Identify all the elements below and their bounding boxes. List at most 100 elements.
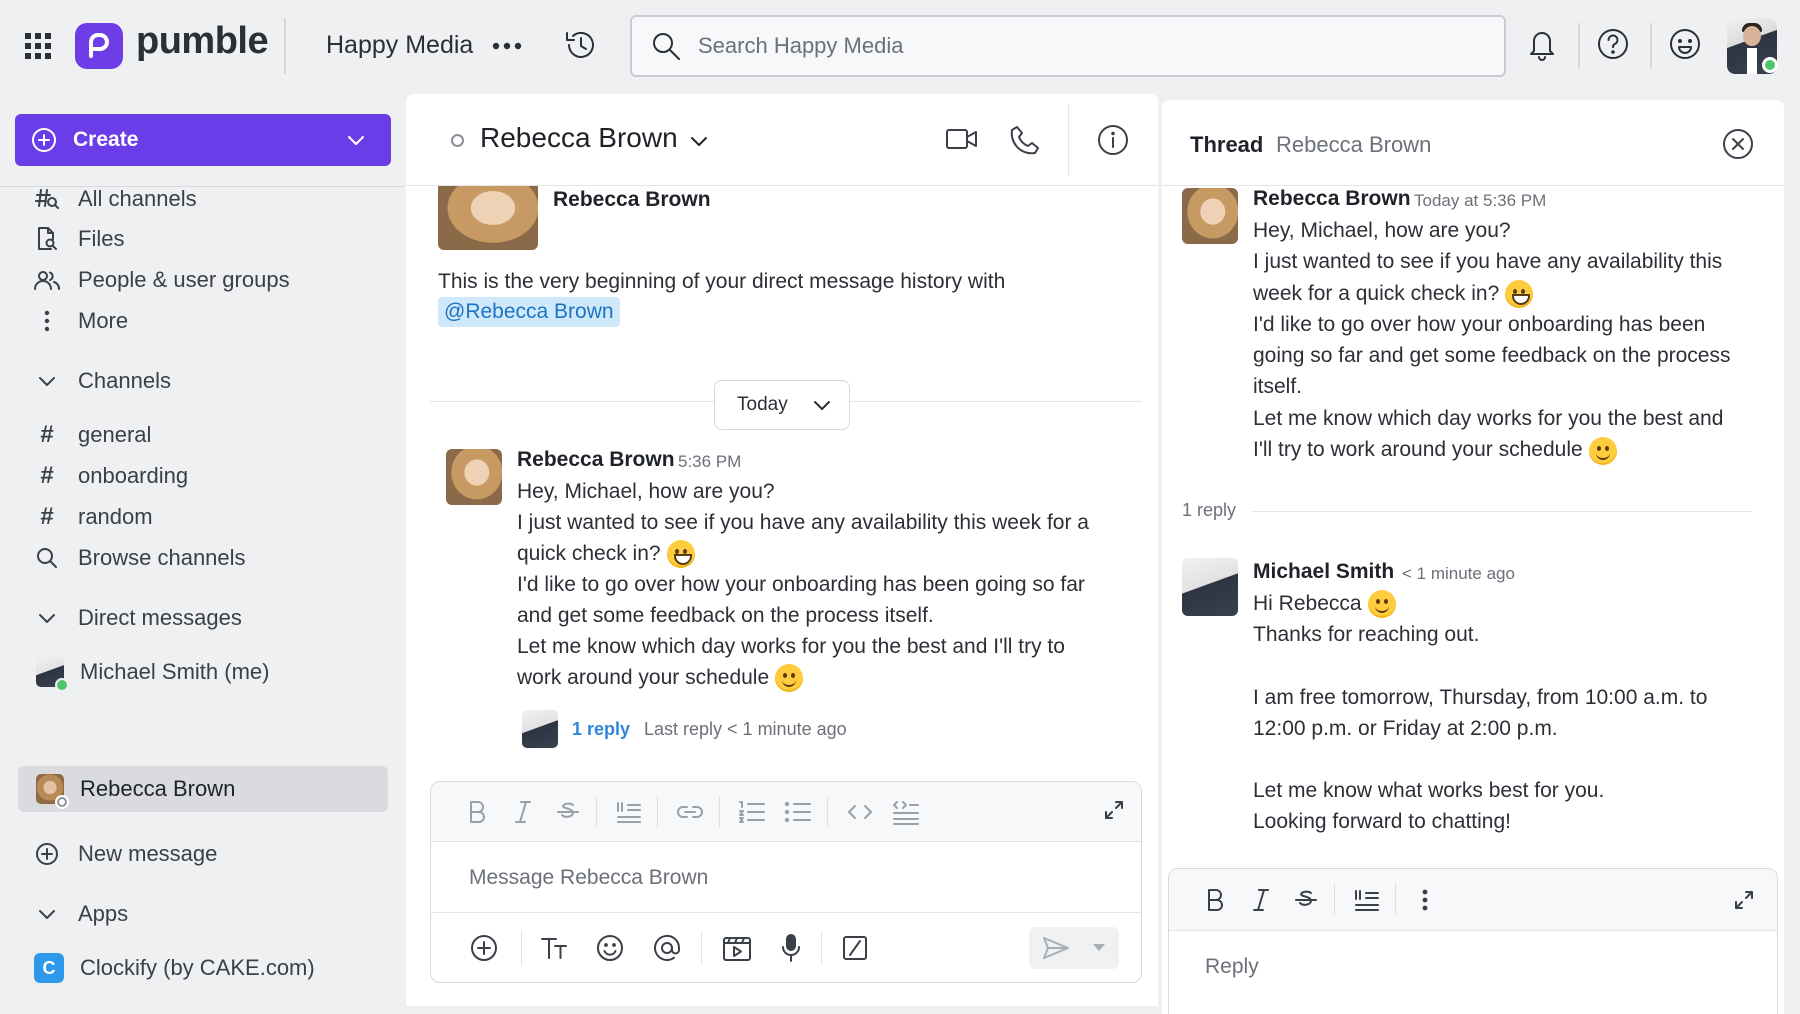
emoji-icon[interactable] bbox=[595, 933, 625, 968]
bell-icon[interactable] bbox=[1526, 27, 1558, 61]
sidebar-item-channel-random[interactable]: # random bbox=[18, 494, 388, 540]
message-line: I just wanted to see if you have any ava… bbox=[1253, 250, 1723, 274]
status-emoji-icon[interactable] bbox=[1668, 27, 1702, 61]
sidebar-item-channel-onboarding[interactable]: # onboarding bbox=[18, 453, 388, 499]
avatar bbox=[522, 710, 558, 748]
apps-section-toggle[interactable]: Apps bbox=[18, 891, 388, 937]
divider bbox=[1252, 511, 1752, 512]
message-line: Hey, Michael, how are you? bbox=[517, 480, 775, 503]
away-status-dot bbox=[451, 134, 464, 147]
pumble-logo bbox=[75, 23, 123, 69]
channel-header: Rebecca Brown bbox=[406, 94, 1158, 186]
text-format-icon[interactable] bbox=[539, 933, 569, 968]
add-attachment-icon[interactable] bbox=[469, 933, 499, 968]
sidebar-item-people[interactable]: People & user groups bbox=[18, 257, 388, 303]
avatar[interactable] bbox=[1182, 558, 1238, 616]
message-line: I'd like to go over how your onboarding … bbox=[517, 573, 1085, 596]
create-button[interactable]: Create bbox=[15, 114, 391, 166]
message-line: Let me know which day works for you the … bbox=[1253, 406, 1724, 430]
search-bar[interactable] bbox=[630, 15, 1506, 77]
code-block-icon[interactable] bbox=[891, 799, 921, 832]
strikethrough-icon[interactable] bbox=[1293, 887, 1319, 918]
history-icon[interactable] bbox=[563, 27, 599, 63]
app-grid-icon[interactable] bbox=[24, 32, 52, 60]
avatar bbox=[36, 774, 69, 809]
top-bar: pumble Happy Media bbox=[0, 0, 1800, 92]
hash-icon: # bbox=[40, 503, 54, 530]
italic-icon[interactable] bbox=[1249, 887, 1273, 918]
new-message-button[interactable]: New message bbox=[18, 831, 388, 877]
bold-icon[interactable] bbox=[465, 799, 489, 830]
sidebar-item-browse-channels[interactable]: Browse channels bbox=[18, 535, 388, 581]
sidebar-item-label: More bbox=[78, 308, 129, 333]
bullet-list-icon[interactable] bbox=[783, 799, 813, 830]
workspace-name[interactable]: Happy Media bbox=[326, 31, 473, 60]
section-header: Apps bbox=[78, 901, 129, 926]
last-reply-text: Last reply < 1 minute ago bbox=[644, 719, 847, 739]
direct-messages-section-toggle[interactable]: Direct messages bbox=[18, 595, 388, 641]
code-icon[interactable] bbox=[845, 799, 875, 830]
link-icon[interactable] bbox=[675, 799, 705, 830]
microphone-icon[interactable] bbox=[779, 933, 803, 968]
send-button[interactable] bbox=[1029, 927, 1119, 969]
message-body: Hi Rebecca Thanks for reaching out. I am… bbox=[1253, 588, 1768, 838]
quote-icon[interactable] bbox=[615, 799, 643, 830]
sidebar-item-channel-general[interactable]: # general bbox=[18, 412, 388, 458]
sidebar-item-dm-michael-smith[interactable]: Michael Smith (me) bbox=[18, 649, 388, 695]
italic-icon[interactable] bbox=[511, 799, 535, 830]
avatar bbox=[36, 657, 69, 692]
avatar[interactable] bbox=[446, 449, 502, 505]
sidebar-item-label: All channels bbox=[78, 186, 197, 211]
reply-input[interactable] bbox=[1205, 951, 1725, 983]
phone-call-icon[interactable] bbox=[1009, 124, 1041, 161]
message-line: Let me know which day works for you the … bbox=[517, 635, 1065, 658]
strikethrough-icon[interactable] bbox=[555, 799, 581, 830]
user-mention[interactable]: @Rebecca Brown bbox=[438, 297, 620, 327]
divider bbox=[1578, 23, 1580, 69]
avatar[interactable] bbox=[1182, 188, 1238, 244]
channels-section-toggle[interactable]: Channels bbox=[18, 358, 388, 404]
search-input[interactable] bbox=[698, 29, 1478, 63]
sidebar-item-files[interactable]: Files bbox=[18, 216, 388, 262]
divider bbox=[1334, 883, 1335, 915]
thread-title: Thread bbox=[1190, 132, 1264, 157]
video-clip-icon[interactable] bbox=[721, 933, 753, 968]
bold-icon[interactable] bbox=[1203, 887, 1227, 918]
expand-icon[interactable] bbox=[1103, 799, 1125, 826]
message-line: 12:00 p.m. or Friday at 2:00 p.m. bbox=[1253, 716, 1558, 740]
more-horizontal-icon[interactable] bbox=[492, 32, 522, 60]
hash-search-icon bbox=[32, 187, 62, 211]
slash-command-icon[interactable] bbox=[841, 933, 869, 968]
sidebar-item-app-clockify[interactable]: C Clockify (by CAKE.com) bbox=[18, 945, 388, 991]
quote-icon[interactable] bbox=[1353, 887, 1381, 918]
message-input[interactable] bbox=[469, 862, 1069, 894]
message-author[interactable]: Michael Smith bbox=[1253, 560, 1394, 584]
sidebar-item-label: People & user groups bbox=[78, 267, 290, 292]
more-vertical-icon[interactable] bbox=[1421, 887, 1429, 918]
thread-subtitle: Rebecca Brown bbox=[1276, 132, 1432, 157]
close-icon[interactable] bbox=[1721, 127, 1755, 166]
message-line: I just wanted to see if you have any ava… bbox=[517, 511, 1089, 534]
sidebar-item-dm-rebecca-brown[interactable]: Rebecca Brown bbox=[18, 766, 388, 812]
message-line: I'd like to go over how your onboarding … bbox=[1253, 312, 1706, 336]
message-line: and get some feedback on the process its… bbox=[517, 604, 934, 627]
message-line: going so far and get some feedback on th… bbox=[1253, 344, 1731, 368]
info-icon[interactable] bbox=[1096, 123, 1130, 162]
video-call-icon[interactable] bbox=[944, 124, 980, 159]
mention-icon[interactable] bbox=[652, 933, 682, 968]
sidebar-item-more[interactable]: More bbox=[18, 298, 388, 344]
date-jump-button[interactable]: Today bbox=[714, 380, 850, 430]
chevron-down-icon[interactable] bbox=[688, 130, 710, 157]
thread-reply-link[interactable]: 1 reply bbox=[572, 719, 630, 740]
message-author[interactable]: Rebecca Brown bbox=[1253, 187, 1411, 211]
channel-title[interactable]: Rebecca Brown bbox=[480, 122, 678, 154]
divider bbox=[701, 931, 702, 965]
numbered-list-icon[interactable] bbox=[737, 799, 767, 830]
divider bbox=[1068, 104, 1069, 176]
expand-icon[interactable] bbox=[1733, 889, 1755, 916]
channel-name: onboarding bbox=[78, 463, 189, 488]
help-icon[interactable] bbox=[1596, 27, 1630, 61]
message-line: Looking forward to chatting! bbox=[1253, 810, 1511, 834]
message-line: quick check in? bbox=[517, 542, 661, 565]
message-author[interactable]: Rebecca Brown bbox=[517, 448, 675, 472]
